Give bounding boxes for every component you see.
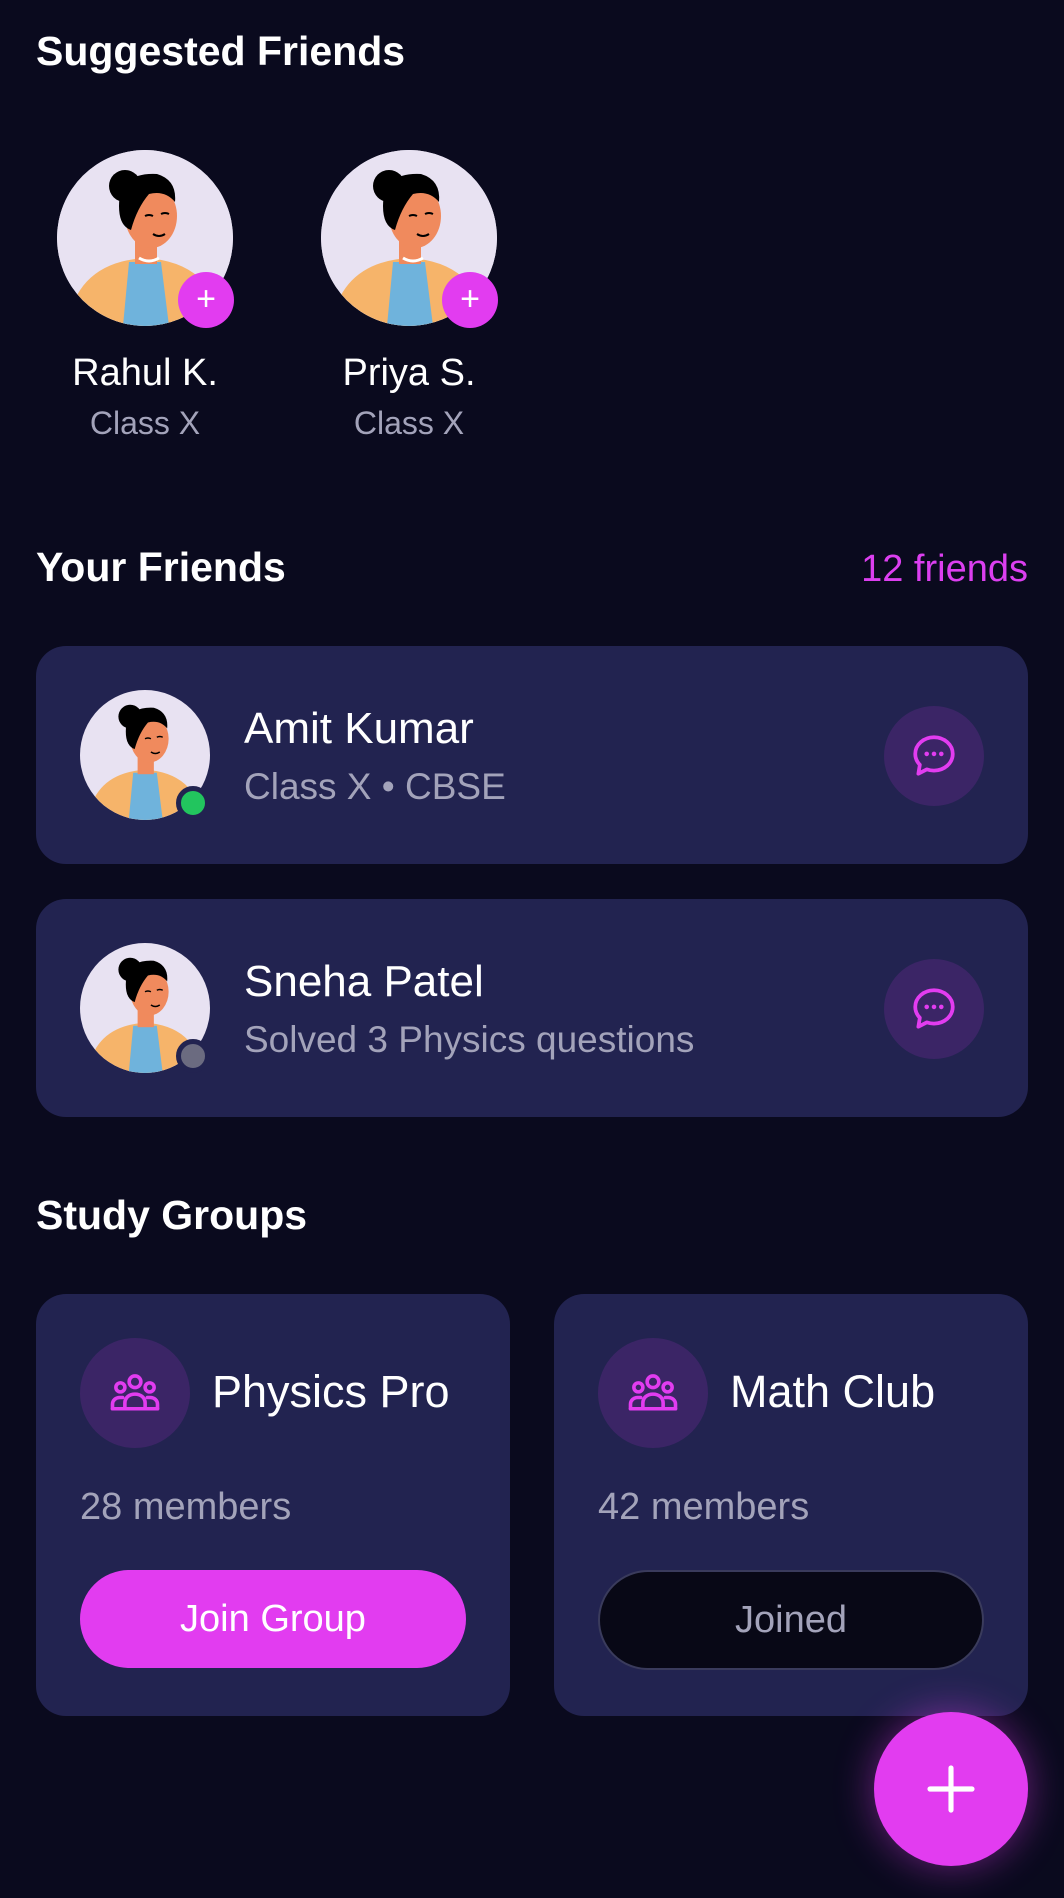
- friend-card[interactable]: Sneha Patel Solved 3 Physics questions: [36, 899, 1028, 1117]
- chat-bubble-icon: [913, 988, 955, 1029]
- plus-icon: [927, 1765, 975, 1813]
- chat-button[interactable]: [884, 706, 984, 806]
- chat-bubble-icon: [913, 735, 955, 776]
- group-icon: [628, 1374, 678, 1411]
- study-group-card[interactable]: Math Club 42 members Joined: [554, 1294, 1028, 1716]
- suggested-friend-name: Rahul K.: [72, 352, 218, 394]
- friend-name: Amit Kumar: [244, 704, 474, 753]
- study-groups-title: Study Groups: [36, 1192, 308, 1238]
- suggested-friend-card[interactable]: + Priya S. Class X: [321, 150, 498, 442]
- friends-count-link[interactable]: 12 friends: [861, 548, 1028, 591]
- add-friend-button[interactable]: +: [178, 272, 234, 328]
- your-friends-title: Your Friends: [36, 544, 286, 590]
- avatar: +: [321, 150, 498, 328]
- avatar: +: [57, 150, 234, 328]
- join-group-button[interactable]: Join Group: [80, 1570, 466, 1668]
- group-members-count: 28 members: [80, 1486, 292, 1528]
- suggested-friend-class: Class X: [353, 405, 465, 441]
- friend-card[interactable]: Amit Kumar Class X • CBSE: [36, 646, 1028, 864]
- friend-name: Sneha Patel: [244, 957, 484, 1006]
- friend-subtitle: Solved 3 Physics questions: [244, 1019, 695, 1060]
- offline-status-dot: [176, 1039, 210, 1073]
- group-icon-circle: [598, 1338, 708, 1448]
- group-icon: [110, 1374, 160, 1411]
- suggested-friend-class: Class X: [89, 405, 201, 441]
- group-members-count: 42 members: [598, 1486, 810, 1528]
- suggested-friends-title: Suggested Friends: [36, 28, 406, 74]
- add-friend-button[interactable]: +: [442, 272, 498, 328]
- group-icon-circle: [80, 1338, 190, 1448]
- group-name: Math Club: [730, 1366, 936, 1417]
- chat-button[interactable]: [884, 959, 984, 1059]
- study-group-card[interactable]: Physics Pro 28 members Join Group: [36, 1294, 510, 1716]
- suggested-friend-card[interactable]: + Rahul K. Class X: [57, 150, 234, 442]
- group-name: Physics Pro: [212, 1366, 450, 1417]
- add-fab-button[interactable]: [874, 1712, 1028, 1866]
- friends-screen: Suggested Friends + Rahul K. Class X + P…: [0, 0, 1064, 1898]
- online-status-dot: [176, 786, 210, 820]
- friend-subtitle: Class X • CBSE: [244, 766, 506, 807]
- suggested-friend-name: Priya S.: [342, 352, 476, 394]
- joined-button[interactable]: Joined: [598, 1570, 984, 1670]
